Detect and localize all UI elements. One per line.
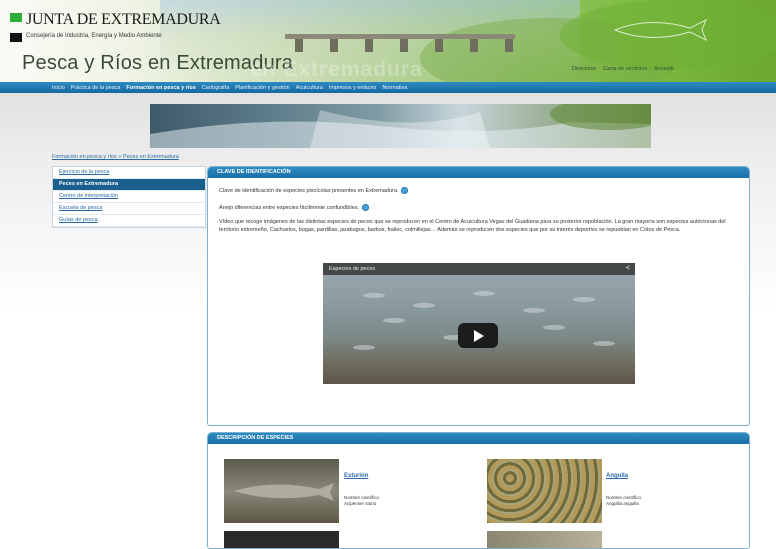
especies-panel: DESCRIPCIÓN DE ESPECIES Esturión Nombre … (207, 432, 750, 549)
bridge-illustration (285, 34, 515, 52)
scientific-name: Anguilla anguilla (606, 501, 639, 506)
nav-item-acuicultura[interactable]: Acuicultura (296, 85, 323, 91)
top-link[interactable]: Accesib (654, 66, 673, 72)
sidebar-item-centro[interactable]: Centro de interpretación (53, 191, 205, 203)
black-square-logo (10, 33, 22, 42)
video-title-bar: Especies de peces < (323, 263, 635, 275)
sidebar-item-ejercicio[interactable]: Ejercicio de la pesca (53, 167, 205, 179)
top-links: Directorio Carta de servicios Accesib (572, 66, 680, 72)
video-title[interactable]: Especies de peces (329, 263, 375, 275)
nav-item-formacion[interactable]: Formación en pesca y ríos (126, 85, 195, 91)
nav-item-planificacion[interactable]: Planificación y gestión (235, 85, 289, 91)
sidebar-item-guias[interactable]: Guías de pesca (53, 215, 205, 227)
department-name: Consejería de Industria, Energía y Medio… (26, 33, 162, 39)
fish-shape (593, 341, 615, 346)
sidebar: Ejercicio de la pesca Peces en Extremadu… (52, 166, 206, 228)
site-header: JUNTA DE EXTREMADURA Consejería de Indus… (0, 0, 776, 82)
share-icon[interactable]: < (626, 265, 630, 272)
green-square-logo (10, 13, 22, 22)
nav-item-cartografia[interactable]: Cartografía (202, 85, 230, 91)
play-button-icon[interactable] (458, 323, 498, 348)
clave-line-1: Clave de identificación de especies pisc… (219, 187, 409, 195)
clave-link[interactable]: Clave de identificación de especies pisc… (219, 188, 398, 194)
sidebar-item-escuela[interactable]: Escuela de pesca (53, 203, 205, 215)
anejo-link[interactable]: Anejo diferencias entre especies fácilme… (219, 205, 359, 211)
species-photo[interactable] (224, 531, 339, 548)
fish-shape (473, 291, 495, 296)
waterfall-graphic (150, 104, 651, 148)
main-nav: Inicio Práctica de la pesca Formación en… (0, 82, 776, 93)
nav-item-practica[interactable]: Práctica de la pesca (71, 85, 121, 91)
especies-panel-header: DESCRIPCIÓN DE ESPECIES (208, 433, 749, 444)
top-link[interactable]: Carta de servicios (603, 66, 647, 72)
fish-shape (383, 318, 405, 323)
info-icon[interactable] (401, 187, 409, 195)
fish-shape (353, 345, 375, 350)
sidebar-item-peces[interactable]: Peces en Extremadura (53, 179, 205, 191)
species-name-link[interactable]: Esturión (344, 473, 368, 479)
clave-panel: CLAVE DE IDENTIFICACIÓN Clave de identif… (207, 166, 750, 426)
species-photo[interactable] (487, 531, 602, 548)
fish-shape (413, 303, 435, 308)
species-photo-esturion[interactable] (224, 459, 339, 523)
fish-shape (523, 308, 545, 313)
video-player[interactable]: Especies de peces < (323, 263, 635, 384)
info-icon[interactable] (362, 204, 370, 212)
fish-shape (543, 325, 565, 330)
nav-item-impresos[interactable]: Impresos y enlaces (329, 85, 376, 91)
clave-line-2: Anejo diferencias entre especies fácilme… (219, 204, 370, 212)
top-link[interactable]: Directorio (572, 66, 596, 72)
scientific-name: Acipenser sturio (344, 501, 377, 506)
fish-shape (573, 297, 595, 302)
clave-panel-header: CLAVE DE IDENTIFICACIÓN (208, 167, 749, 178)
river-banner-image (150, 104, 651, 148)
fish-outline-icon (613, 18, 707, 42)
nav-item-normativa[interactable]: Normativa (382, 85, 407, 91)
nav-item-inicio[interactable]: Inicio (52, 85, 65, 91)
species-photo-anguila[interactable] (487, 459, 602, 523)
org-name: JUNTA DE EXTREMADURA (26, 11, 221, 28)
fish-shape (363, 293, 385, 298)
breadcrumb[interactable]: Formación en pesca y ríos » Peces en Ext… (52, 154, 179, 160)
clave-description: Vídeo que recoge imágenes de las distint… (219, 219, 726, 233)
site-title-watermark: en Extremadura (250, 58, 423, 81)
species-name-link[interactable]: Anguila (606, 473, 628, 479)
